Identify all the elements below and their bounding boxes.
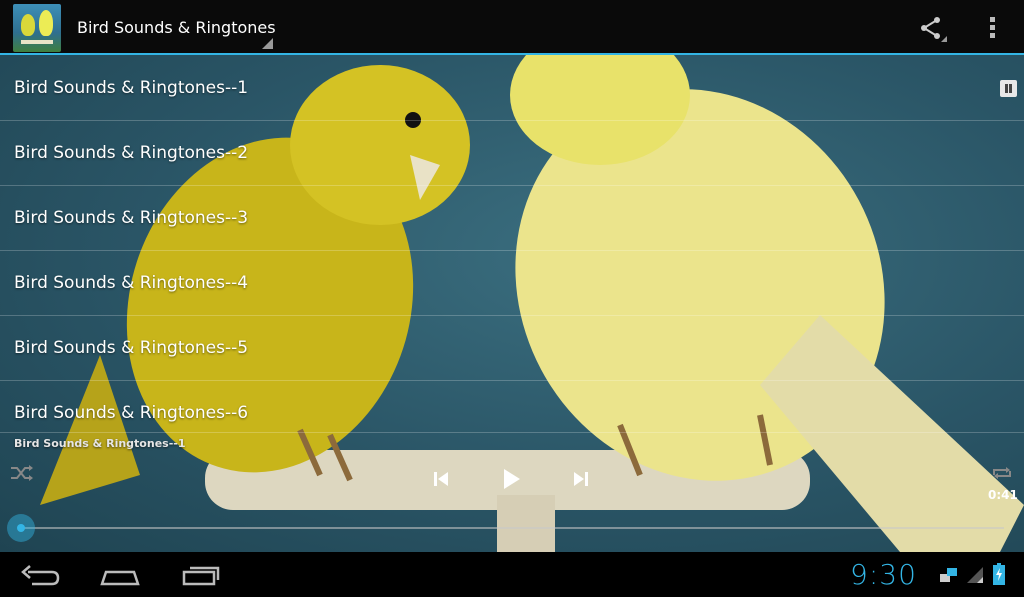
share-button[interactable]	[915, 12, 949, 44]
shuffle-icon	[11, 465, 33, 481]
action-bar: Bird Sounds & Ringtones	[0, 0, 1024, 55]
back-icon	[21, 565, 60, 586]
track-list: Bird Sounds & Ringtones--1 Bird Sounds &…	[0, 56, 1024, 433]
now-playing-title: Bird Sounds & Ringtones--1	[14, 437, 186, 450]
play-icon	[504, 469, 520, 489]
network-icon	[938, 566, 960, 586]
list-item-label: Bird Sounds & Ringtones--5	[14, 338, 249, 358]
list-item[interactable]: Bird Sounds & Ringtones--4	[0, 251, 1024, 316]
list-item[interactable]: Bird Sounds & Ringtones--5	[0, 316, 1024, 381]
list-item-label: Bird Sounds & Ringtones--3	[14, 208, 249, 228]
dropdown-indicator-icon[interactable]	[262, 38, 273, 49]
list-item[interactable]: Bird Sounds & Ringtones--6	[0, 381, 1024, 433]
shuffle-button[interactable]	[10, 463, 34, 483]
list-item[interactable]: Bird Sounds & Ringtones--3	[0, 186, 1024, 251]
pause-icon[interactable]	[1000, 80, 1017, 97]
home-button[interactable]	[96, 560, 144, 590]
overflow-menu-button[interactable]	[978, 12, 1006, 44]
next-icon	[574, 472, 588, 486]
system-bar: 9:30	[0, 552, 1024, 597]
play-button[interactable]	[500, 466, 524, 492]
back-button[interactable]	[18, 560, 66, 590]
share-icon	[921, 17, 940, 39]
track-duration: 0:41	[988, 488, 1018, 502]
list-item-label: Bird Sounds & Ringtones--1	[14, 78, 249, 98]
list-item-label: Bird Sounds & Ringtones--2	[14, 143, 249, 163]
list-item[interactable]: Bird Sounds & Ringtones--1	[0, 56, 1024, 121]
list-item-label: Bird Sounds & Ringtones--4	[14, 273, 249, 293]
repeat-icon	[993, 467, 1011, 479]
app-title[interactable]: Bird Sounds & Ringtones	[77, 18, 276, 37]
seek-thumb[interactable]	[7, 514, 35, 542]
list-item-label: Bird Sounds & Ringtones--6	[14, 403, 249, 423]
status-clock: 9:30	[850, 558, 917, 591]
signal-icon	[966, 566, 984, 584]
repeat-button[interactable]	[990, 463, 1014, 483]
battery-charging-icon	[993, 563, 1005, 585]
app-icon[interactable]	[13, 4, 61, 52]
next-button[interactable]	[570, 468, 592, 490]
previous-icon	[434, 472, 448, 486]
recents-icon	[182, 566, 220, 586]
list-item[interactable]: Bird Sounds & Ringtones--2	[0, 121, 1024, 186]
seek-bar[interactable]	[20, 527, 1004, 529]
previous-button[interactable]	[430, 468, 452, 490]
home-icon	[100, 570, 140, 586]
recents-button[interactable]	[178, 560, 226, 590]
